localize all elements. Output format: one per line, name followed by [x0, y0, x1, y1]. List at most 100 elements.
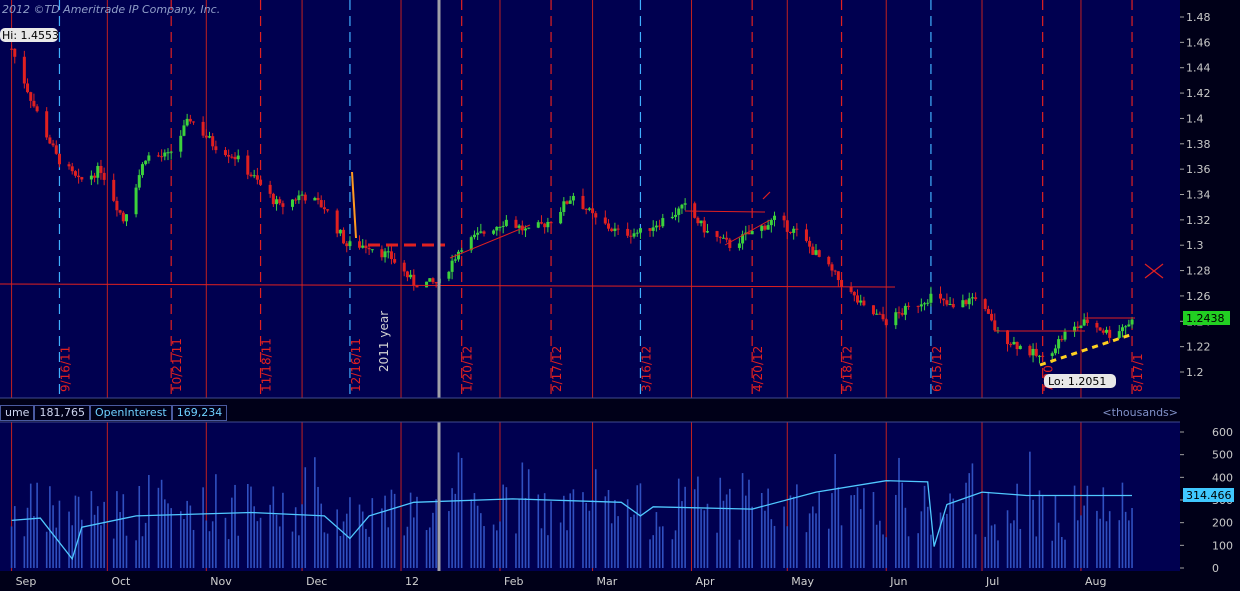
candle-body: [207, 136, 211, 138]
candle-body: [201, 121, 205, 136]
candle-body: [1082, 319, 1086, 326]
candle-body: [923, 303, 927, 305]
candle-body: [718, 236, 722, 238]
candle-body: [610, 228, 614, 232]
candle-body: [482, 231, 486, 234]
candle-body: [115, 200, 119, 211]
month-label: Mar: [597, 575, 618, 588]
candle-body: [1098, 327, 1102, 331]
candle-body: [169, 151, 173, 153]
candle-body: [785, 220, 789, 232]
units-label: <thousands>: [1102, 406, 1178, 419]
candle-body: [137, 175, 141, 188]
candle-body: [702, 220, 706, 233]
candle-body: [804, 229, 808, 241]
time-axis-bg: [0, 571, 1240, 591]
candle-body: [900, 313, 904, 315]
candle-body: [565, 201, 569, 204]
candle-body: [255, 175, 259, 180]
cycle-date-label: 3/16/12: [639, 346, 653, 392]
candle-body: [587, 208, 591, 210]
candle-body: [594, 213, 598, 218]
candle-body: [961, 300, 965, 308]
candle-body: [1041, 355, 1045, 357]
candle-body: [204, 135, 208, 138]
candle-body: [271, 193, 275, 205]
candle-body: [29, 92, 33, 101]
candle-body: [993, 320, 997, 331]
candle-body: [929, 293, 933, 303]
candle-body: [814, 250, 818, 255]
candle-body: [163, 152, 167, 157]
candle-body: [431, 278, 435, 283]
candle-body: [919, 304, 923, 307]
candle-body: [259, 179, 263, 185]
candle-body: [1034, 348, 1038, 356]
candle-body: [102, 172, 106, 180]
price-tick-label: 1.38: [1186, 138, 1211, 151]
candle-body: [290, 199, 294, 207]
candle-body: [348, 241, 352, 247]
candle-body: [342, 229, 346, 244]
candle-body: [230, 156, 234, 158]
candle-body: [514, 219, 518, 228]
candle-body: [942, 298, 946, 301]
candle-body: [539, 222, 543, 224]
candle-body: [632, 233, 636, 237]
candle-body: [543, 223, 547, 228]
candle-body: [840, 280, 844, 287]
price-tick-label: 1.22: [1186, 341, 1211, 354]
month-label: May: [791, 575, 814, 588]
candle-body: [1076, 326, 1080, 329]
candle-body: [881, 314, 885, 320]
month-label: Jul: [985, 575, 999, 588]
candle-body: [1105, 329, 1109, 333]
price-tick-label: 1.32: [1186, 214, 1211, 227]
month-label: Apr: [696, 575, 716, 588]
candle-body: [156, 155, 160, 157]
candle-body: [728, 239, 732, 248]
candle-body: [852, 291, 856, 296]
candle-body: [22, 56, 26, 84]
candle-body: [1120, 327, 1124, 332]
candle-body: [651, 227, 655, 231]
candle-body: [227, 155, 231, 157]
cycle-date-label: 8/17/1: [1131, 353, 1145, 392]
oi-label: OpenInterest: [89, 405, 172, 421]
candle-body: [693, 203, 697, 218]
candle-body: [1108, 329, 1112, 338]
candle-body: [836, 271, 840, 281]
candle-body: [769, 219, 773, 226]
candle-body: [160, 156, 164, 158]
candle-body: [405, 271, 409, 278]
candle-body: [571, 195, 575, 201]
candle-body: [986, 309, 990, 314]
candle-body: [316, 197, 320, 201]
candle-body: [939, 293, 943, 299]
candle-body: [402, 262, 406, 272]
candle-body: [450, 260, 454, 272]
oi-value: 169,234: [171, 405, 228, 421]
candle-body: [358, 241, 362, 248]
price-tick-label: 1.3: [1186, 239, 1204, 252]
candle-body: [393, 259, 397, 263]
cycle-date-label: 10/21/11: [170, 338, 184, 392]
candle-body: [1117, 331, 1121, 338]
candle-body: [501, 225, 505, 227]
candle-body: [884, 319, 888, 326]
candle-body: [453, 259, 457, 261]
candle-body: [45, 111, 49, 138]
candle-body: [1057, 339, 1061, 349]
candle-body: [725, 237, 729, 240]
candle-body: [326, 209, 330, 211]
candle-body: [827, 256, 831, 265]
candle-body: [696, 217, 700, 224]
candle-body: [699, 220, 703, 224]
candle-body: [849, 286, 853, 292]
candle-body: [546, 221, 550, 228]
candle-body: [456, 251, 460, 260]
candle-body: [361, 245, 365, 248]
candle-body: [504, 219, 508, 226]
candle-body: [492, 230, 496, 234]
price-chart[interactable]: Sep Oct Nov Dec 12 Feb Mar Apr May Jun Jul Aug 9/16/…: [0, 0, 1240, 591]
